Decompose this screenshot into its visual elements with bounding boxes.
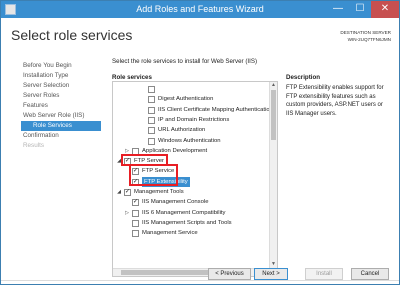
- tree-row-label: Management Service: [142, 230, 198, 237]
- tree-row[interactable]: ✓ IIS Management Console: [113, 197, 263, 207]
- maximize-button[interactable]: ☐: [349, 1, 371, 18]
- nav-item-before-you-begin[interactable]: Before You Begin: [23, 61, 109, 71]
- nav-item-features[interactable]: Features: [23, 101, 109, 111]
- nav-item-results: Results: [23, 142, 44, 149]
- title-bar: Add Roles and Features Wizard — ☐ ✕: [1, 1, 399, 18]
- destination-server-info: DESTINATION SERVER WIN-2UQ7TFN6JMN: [340, 29, 391, 43]
- footer-divider: [1, 280, 399, 281]
- install-button: Install: [305, 268, 343, 280]
- tree-row-checkbox[interactable]: [148, 106, 155, 114]
- description-text: FTP Extensibility enables support for FT…: [286, 85, 384, 117]
- tree-row-checkbox[interactable]: [148, 116, 155, 124]
- nav-item-server-selection[interactable]: Server Selection: [23, 81, 109, 91]
- next-button[interactable]: Next >: [254, 268, 288, 280]
- tree-row-checkbox[interactable]: [148, 86, 155, 93]
- nav-item-confirmation[interactable]: Confirmation: [23, 131, 109, 141]
- role-services-heading: Role services: [112, 74, 152, 81]
- tree-row[interactable]: IP and Domain Restrictions: [113, 115, 263, 125]
- minimize-button[interactable]: —: [327, 1, 349, 18]
- vertical-scroll-thumb[interactable]: [271, 90, 276, 140]
- expand-arrow-icon[interactable]: ▷: [123, 208, 131, 218]
- tree-row-checkbox[interactable]: ✓: [132, 199, 139, 207]
- tree-row-label: IIS Management Console: [142, 199, 209, 206]
- nav-item-server-roles[interactable]: Server Roles: [23, 91, 109, 101]
- tree-row-checkbox[interactable]: [132, 230, 139, 238]
- tree-row-label: Windows Authentication: [158, 137, 221, 144]
- page-title: Select role services: [11, 27, 133, 43]
- tree-row-checkbox[interactable]: [148, 96, 155, 104]
- tree-row-checkbox[interactable]: [148, 137, 155, 145]
- scroll-down-arrow-icon[interactable]: ▼: [270, 261, 277, 268]
- tree-row-checkbox[interactable]: [148, 127, 155, 135]
- tree-row-checkbox[interactable]: [132, 219, 139, 227]
- cancel-button[interactable]: Cancel: [351, 268, 389, 280]
- tree-row[interactable]: [113, 84, 263, 94]
- tree-row-checkbox[interactable]: [132, 209, 139, 217]
- nav-item-web-server-role[interactable]: Web Server Role (IIS): [23, 111, 109, 121]
- tree-row[interactable]: Management Service: [113, 228, 263, 238]
- collapse-arrow-icon[interactable]: ◢: [115, 187, 123, 197]
- tree-row-label: URL Authorization: [158, 127, 206, 134]
- tree-row-label: Digest Authentication: [158, 96, 214, 103]
- tree-row[interactable]: ◢ ✓ Management Tools: [113, 187, 263, 197]
- tree-row[interactable]: Windows Authentication: [113, 136, 263, 146]
- nav-item-role-services[interactable]: Role Services: [21, 121, 101, 131]
- tree-row-label: IIS Management Scripts and Tools: [142, 219, 232, 226]
- tree-row-checkbox[interactable]: ✓: [124, 189, 131, 196]
- role-services-tree[interactable]: Digest Authentication IIS Client Certific…: [112, 81, 278, 277]
- destination-label: DESTINATION SERVER: [340, 30, 391, 35]
- nav-item-installation-type[interactable]: Installation Type: [23, 71, 109, 81]
- intro-text: Select the role services to install for …: [112, 58, 258, 65]
- tree-row[interactable]: Digest Authentication: [113, 94, 263, 104]
- previous-button[interactable]: < Previous: [208, 268, 251, 280]
- tree-row[interactable]: IIS Client Certificate Mapping Authentic…: [113, 105, 270, 115]
- wizard-nav: Before You Begin Installation Type Serve…: [21, 61, 109, 151]
- scroll-up-arrow-icon[interactable]: ▲: [270, 82, 277, 89]
- tree-row-label: Management Tools: [134, 189, 184, 195]
- tree-row-label: IIS Client Certificate Mapping Authentic…: [158, 106, 270, 113]
- ftp-children-highlight-box: [129, 164, 178, 186]
- destination-server-name: WIN-2UQ7TFN6JMN: [347, 37, 391, 42]
- vertical-scrollbar[interactable]: ▲ ▼: [269, 82, 277, 268]
- tree-row[interactable]: ▷ IIS 6 Management Compatibility: [113, 208, 263, 218]
- wizard-window: Add Roles and Features Wizard — ☐ ✕ Sele…: [0, 0, 400, 285]
- description-heading: Description: [286, 74, 321, 81]
- tree-row[interactable]: IIS Management Scripts and Tools: [113, 218, 263, 228]
- tree-row[interactable]: URL Authorization: [113, 125, 263, 135]
- tree-row-label: IP and Domain Restrictions: [158, 116, 230, 123]
- close-button[interactable]: ✕: [371, 1, 399, 18]
- tree-row-label: IIS 6 Management Compatibility: [142, 209, 226, 216]
